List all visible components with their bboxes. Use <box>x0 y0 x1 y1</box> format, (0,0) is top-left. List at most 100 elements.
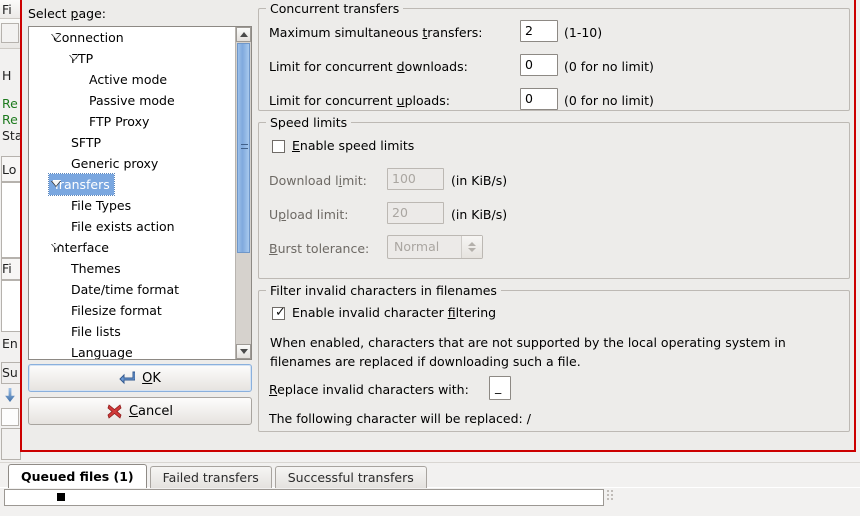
tree-item-connection[interactable]: Connection <box>29 27 235 48</box>
tree-item-label: File Types <box>71 198 132 213</box>
menu-item-file-fragment[interactable]: Fi <box>2 2 12 17</box>
empty-directory-text-fragment: En <box>2 336 18 351</box>
max-simultaneous-transfers-hint: (1-10) <box>564 25 603 40</box>
replace-character-input[interactable]: _ <box>489 376 511 400</box>
replace-invalid-characters-label: Replace invalid characters with: <box>269 382 469 397</box>
tree-item-ftp[interactable]: FTP <box>29 48 235 69</box>
tree-item-filesize-format[interactable]: Filesize format <box>29 300 235 321</box>
log-line-1-fragment: Re <box>2 96 18 111</box>
upload-limit-unit: (in KiB/s) <box>451 207 508 222</box>
statusbar-splitter-handle[interactable] <box>607 490 614 504</box>
concurrent-transfers-group: Concurrent transfers Maximum simultaneou… <box>258 1 850 111</box>
log-line-3-fragment: Sta <box>2 128 22 143</box>
tree-item-label: Language <box>71 345 133 360</box>
ok-button-label: OK <box>142 370 161 386</box>
tree-item-label: Filesize format <box>71 303 162 318</box>
download-limit-label: Download limit: <box>269 173 367 188</box>
queue-pane-fragment <box>1 428 21 460</box>
filter-description-line-1: When enabled, characters that are not su… <box>270 335 786 350</box>
max-simultaneous-transfers-label: Maximum simultaneous transfers: <box>269 25 483 40</box>
tree-item-generic-proxy[interactable]: Generic proxy <box>29 153 235 174</box>
tree-item-label: File lists <box>71 324 121 339</box>
enable-invalid-character-filtering-label: Enable invalid character filtering <box>292 305 497 320</box>
checkmark-icon: ✓ <box>275 305 286 320</box>
filename-column-header-fragment: Fi <box>2 261 12 276</box>
filter-description-line-2: filenames are replaced if downloading su… <box>270 354 581 369</box>
tab-failed-transfers[interactable]: Failed transfers <box>149 466 272 489</box>
scroll-down-button[interactable] <box>236 344 251 359</box>
expander-triangle-down-icon[interactable] <box>51 244 61 250</box>
log-line-2-fragment: Re <box>2 112 18 127</box>
tree-item-file-types[interactable]: File Types <box>29 195 235 216</box>
download-limit-unit: (in KiB/s) <box>451 173 508 188</box>
tree-item-label: File exists action <box>71 219 175 234</box>
tree-item-file-exists-action[interactable]: File exists action <box>29 216 235 237</box>
statusbar: ♪ sec Queue: 165 B <box>0 488 860 516</box>
tree-scrollbar[interactable] <box>235 27 251 359</box>
tree-item-interface[interactable]: Interface <box>29 237 235 258</box>
max-simultaneous-transfers-input[interactable]: 2 <box>520 20 558 42</box>
download-limit-input[interactable]: 100 <box>387 168 444 190</box>
tree-item-passive-mode[interactable]: Passive mode <box>29 90 235 111</box>
red-x-icon <box>107 403 122 419</box>
concurrent-uploads-hint: (0 for no limit) <box>564 93 654 108</box>
cancel-button[interactable]: Cancel <box>28 397 252 425</box>
host-label-fragment: H <box>2 68 12 83</box>
download-arrow-icon <box>5 388 15 402</box>
background-window-left-strip: Fi H Re Re Sta Lo Fi En Su <box>0 0 22 462</box>
expander-triangle-down-icon[interactable] <box>51 34 61 40</box>
burst-tolerance-select[interactable]: Normal <box>387 235 483 259</box>
concurrent-downloads-label: Limit for concurrent downloads: <box>269 59 468 74</box>
tab-successful-transfers[interactable]: Successful transfers <box>274 466 427 489</box>
tree-item-language[interactable]: Language <box>29 342 235 360</box>
settings-page-tree[interactable]: Connection FTP Active mode Passive mode FTP … <box>28 26 252 360</box>
tab-queued-files[interactable]: Queued files (1) <box>8 464 147 489</box>
scrollbar-thumb[interactable] <box>237 43 250 253</box>
enable-speed-limits-checkbox[interactable] <box>272 140 285 153</box>
local-filelist-fragment[interactable] <box>1 280 21 332</box>
tree-item-label: FTP Proxy <box>89 114 150 129</box>
statusbar-caret <box>57 493 65 501</box>
ok-button[interactable]: OK <box>28 364 252 392</box>
concurrent-downloads-input[interactable]: 0 <box>520 54 558 76</box>
settings-page-tree-nodes: Connection FTP Active mode Passive mode FTP … <box>29 27 235 360</box>
tree-item-label: Themes <box>71 261 121 276</box>
tree-item-label: Generic proxy <box>71 156 159 171</box>
expander-triangle-down-icon[interactable] <box>69 55 79 61</box>
tree-item-label: Date/time format <box>71 282 180 297</box>
screen: Fi H Re Re Sta Lo Fi En Su Queued files … <box>0 0 860 516</box>
upload-limit-label: Upload limit: <box>269 207 349 222</box>
expander-triangle-down-icon[interactable] <box>51 181 61 187</box>
queue-row-fragment[interactable] <box>1 408 19 426</box>
scroll-up-button[interactable] <box>236 27 251 42</box>
concurrent-downloads-hint: (0 for no limit) <box>564 59 654 74</box>
local-tree-pane-fragment[interactable] <box>1 182 21 258</box>
spinner-arrows-icon[interactable] <box>461 236 482 258</box>
tabbar-tabs: Queued files (1) Failed transfers Succes… <box>8 464 430 489</box>
enable-invalid-character-filtering-checkbox[interactable]: ✓ <box>272 305 286 320</box>
tree-item-file-lists[interactable]: File lists <box>29 321 235 342</box>
settings-dialog: Select page: Connection FTP Active mode Pas… <box>20 0 856 452</box>
tree-item-active-mode[interactable]: Active mode <box>29 69 235 90</box>
cancel-button-label: Cancel <box>128 403 174 419</box>
tree-item-themes[interactable]: Themes <box>29 258 235 279</box>
local-site-label-fragment: Lo <box>2 162 17 177</box>
upload-limit-input[interactable]: 20 <box>387 202 444 224</box>
server-column-header-fragment: Su <box>2 365 18 380</box>
tree-item-label: Passive mode <box>89 93 175 108</box>
tree-item-label: Active mode <box>89 72 168 87</box>
tree-item-transfers[interactable]: Transfers <box>29 173 235 196</box>
tree-item-label: SFTP <box>71 135 102 150</box>
select-page-label: Select page: <box>28 6 106 21</box>
tree-item-sftp[interactable]: SFTP <box>29 132 235 153</box>
tree-item-ftp-proxy[interactable]: FTP Proxy <box>29 111 235 132</box>
tree-item-date-time-format[interactable]: Date/time format <box>29 279 235 300</box>
speed-limits-title: Speed limits <box>266 115 352 130</box>
concurrent-transfers-title: Concurrent transfers <box>266 1 404 16</box>
replaced-characters-note: The following character will be replaced… <box>269 411 531 426</box>
enter-arrow-icon <box>119 371 136 385</box>
filter-invalid-characters-title: Filter invalid characters in filenames <box>266 283 501 298</box>
concurrent-uploads-input[interactable]: 0 <box>520 88 558 110</box>
transfer-queue-tabbar[interactable]: Queued files (1) Failed transfers Succes… <box>0 462 860 489</box>
toolbar-button-fragment[interactable] <box>1 23 19 43</box>
